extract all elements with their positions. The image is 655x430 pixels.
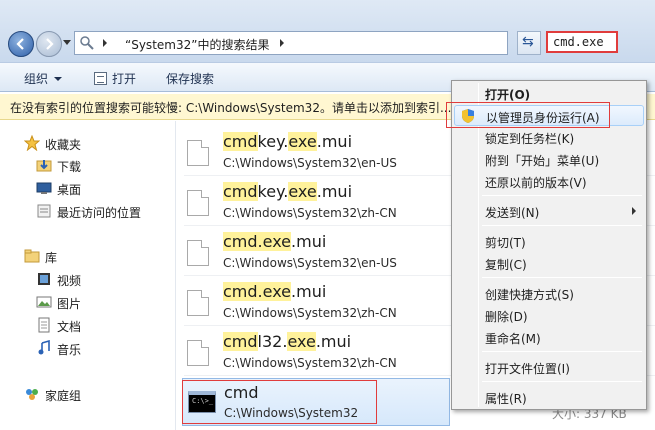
downloads-folder-icon — [36, 160, 52, 172]
menu-separator — [482, 277, 642, 278]
menu-separator — [482, 351, 642, 352]
breadcrumb-chevron-icon[interactable] — [280, 39, 284, 47]
context-menu: 打开(O) 以管理员身份运行(A) 锁定到任务栏(K) 附到「开始」菜单(U) … — [451, 80, 647, 410]
menu-item-properties[interactable]: 属性(R) — [454, 387, 644, 408]
menu-item-pin-start[interactable]: 附到「开始」菜单(U) — [454, 149, 644, 170]
desktop-icon — [36, 182, 52, 194]
breadcrumb[interactable]: “System32”中的搜索结果 — [125, 36, 269, 53]
address-bar-area: “System32”中的搜索结果 ⇆ cmd.exe — [0, 0, 655, 62]
star-icon — [24, 135, 40, 151]
recent-pages-dropdown[interactable] — [63, 40, 71, 45]
menu-item-open-location[interactable]: 打开文件位置(I) — [454, 357, 644, 378]
result-path: C:\Windows\System32\zh-CN — [223, 306, 397, 320]
menu-item-pin-taskbar[interactable]: 锁定到任务栏(K) — [454, 127, 644, 148]
file-icon — [187, 340, 209, 366]
result-name: cmdl32.exe.mui — [223, 332, 352, 351]
pictures-icon — [36, 296, 52, 308]
forward-arrow-icon — [46, 38, 54, 50]
file-icon — [187, 240, 209, 266]
menu-item-send-to[interactable]: 发送到(N) — [454, 201, 644, 222]
result-path: C:\Windows\System32\en-US — [223, 156, 397, 170]
menu-separator — [482, 381, 642, 382]
menu-item-restore[interactable]: 还原以前的版本(V) — [454, 171, 644, 192]
result-name: cmd.exe.mui — [223, 232, 327, 251]
back-arrow-icon — [16, 38, 24, 50]
result-name: cmd.exe.mui — [223, 282, 327, 301]
result-name: cmdkey.exe.mui — [223, 132, 353, 151]
result-path: C:\Windows\System32\zh-CN — [223, 356, 397, 370]
recent-places-icon — [37, 204, 51, 218]
file-icon — [187, 290, 209, 316]
menu-item-create-shortcut[interactable]: 创建快捷方式(S) — [454, 283, 644, 304]
admin-annotation — [446, 102, 610, 128]
search-folder-icon — [80, 36, 94, 50]
menu-item-delete[interactable]: 删除(D) — [454, 305, 644, 326]
menu-separator — [482, 225, 642, 226]
result-path: C:\Windows\System32\zh-CN — [223, 206, 397, 220]
save-search-label: 保存搜索 — [166, 72, 215, 86]
menu-item-rename[interactable]: 重命名(M) — [454, 327, 644, 348]
refresh-button[interactable]: ⇆ — [517, 31, 541, 55]
music-icon — [38, 340, 50, 355]
address-box[interactable]: “System32”中的搜索结果 — [74, 31, 571, 55]
file-icon — [187, 140, 209, 166]
library-icon — [24, 249, 40, 263]
forward-button[interactable] — [36, 31, 62, 57]
breadcrumb-chevron-icon[interactable] — [103, 39, 107, 47]
menu-item-open[interactable]: 打开(O) — [454, 83, 644, 104]
menu-separator — [482, 195, 642, 196]
open-label: 打开 — [112, 72, 137, 86]
open-button[interactable]: 打开 — [94, 70, 136, 87]
homegroup-icon — [26, 389, 38, 400]
video-icon — [38, 273, 50, 285]
result-name: cmdkey.exe.mui — [223, 182, 353, 201]
chevron-down-icon — [54, 77, 63, 81]
selection-annotation — [182, 380, 377, 424]
refresh-icon: ⇆ — [522, 34, 534, 50]
organize-label: 组织 — [24, 72, 49, 86]
search-input-value: cmd.exe — [553, 35, 604, 49]
save-search-button[interactable]: 保存搜索 — [166, 70, 214, 87]
back-button[interactable] — [8, 31, 34, 57]
menu-item-copy[interactable]: 复制(C) — [454, 253, 644, 274]
chevron-right-icon — [632, 207, 636, 215]
documents-icon — [38, 317, 50, 333]
search-input[interactable]: cmd.exe — [546, 31, 618, 53]
open-icon — [94, 72, 107, 85]
menu-item-cut[interactable]: 剪切(T) — [454, 231, 644, 252]
navigation-pane: 收藏夹 下载 桌面 最近访问的位置 库 视频 图片 文档 音乐 家庭组 — [0, 121, 176, 430]
info-bar-text: 在没有索引的位置搜索可能较慢: C:\Windows\System32。请单击以… — [10, 101, 452, 115]
organize-button[interactable]: 组织 — [24, 70, 63, 87]
file-icon — [187, 190, 209, 216]
result-path: C:\Windows\System32\en-US — [223, 256, 397, 270]
